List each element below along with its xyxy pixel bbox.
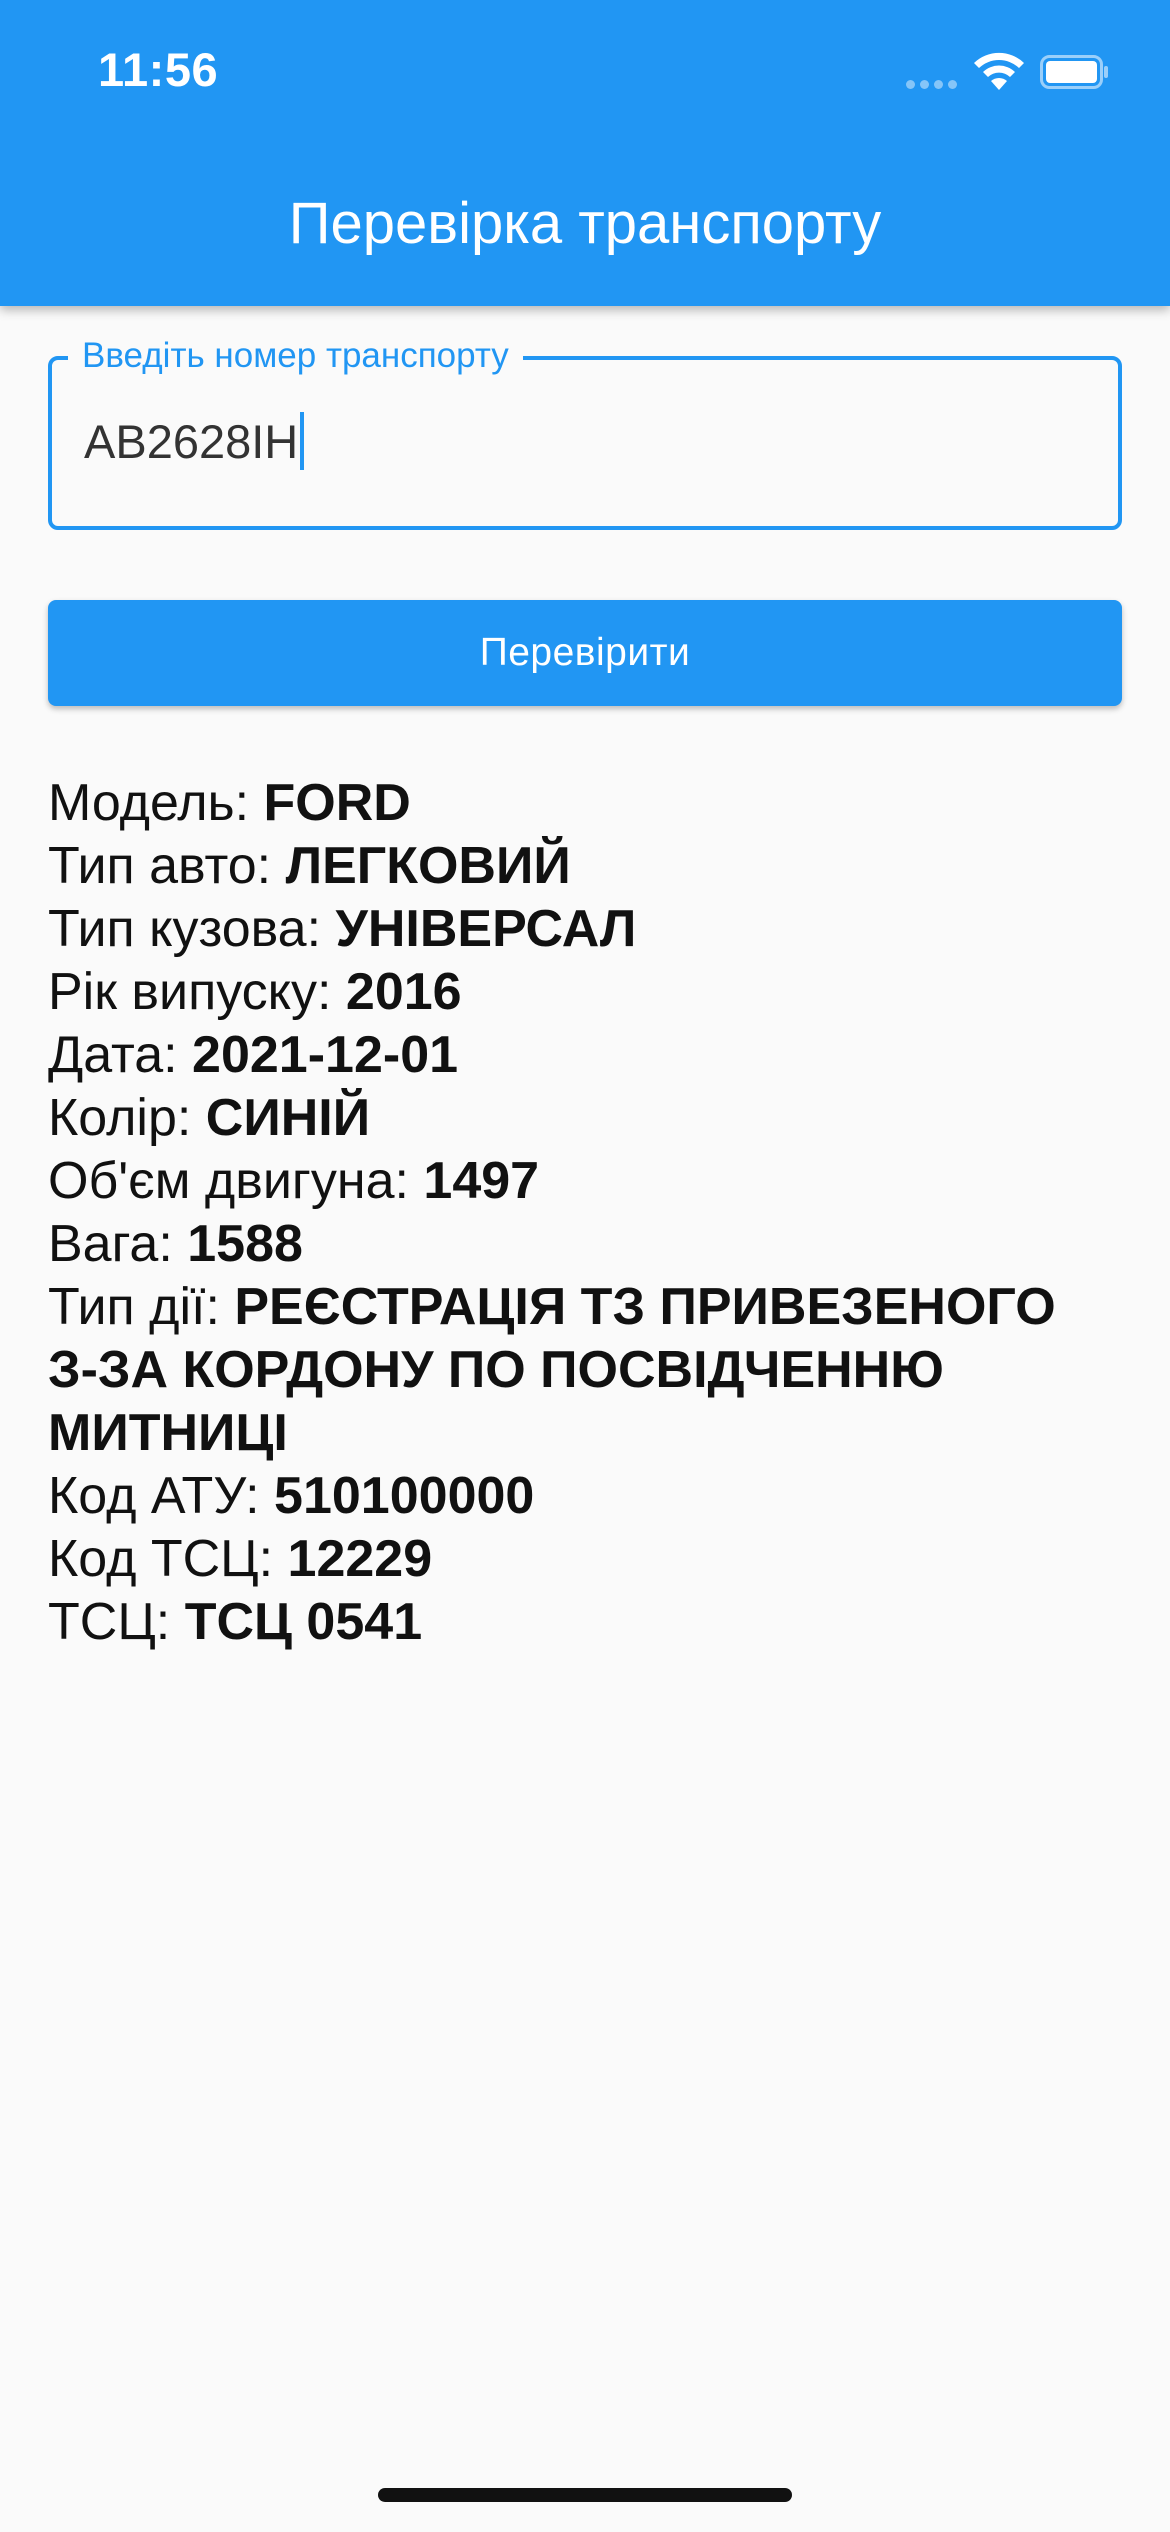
info-row-operation-type: Тип дії: РЕЄСТРАЦІЯ ТЗ ПРИВЕЗЕНОГО З-ЗА …	[48, 1276, 1068, 1465]
text-caret	[300, 412, 305, 470]
info-label: Код АТУ:	[48, 1467, 260, 1525]
info-row-engine-volume: Об'єм двигуна: 1497	[48, 1150, 1068, 1213]
info-value: 510100000	[274, 1467, 535, 1525]
info-value: FORD	[263, 774, 411, 832]
info-row-tsc-code: Код ТСЦ: 12229	[48, 1528, 1068, 1591]
info-label: Дата:	[48, 1026, 178, 1084]
info-label: ТСЦ:	[48, 1593, 171, 1651]
info-row-atu-code: Код АТУ: 510100000	[48, 1465, 1068, 1528]
info-label: Тип кузова:	[48, 900, 322, 958]
signal-icon	[906, 80, 957, 89]
info-row-model: Модель: FORD	[48, 772, 1068, 835]
info-label: Код ТСЦ:	[48, 1530, 274, 1588]
status-time: 11:56	[98, 43, 219, 96]
page-title: Перевірка транспорту	[288, 191, 882, 256]
info-value: 2021-12-01	[192, 1026, 459, 1084]
vehicle-number-field[interactable]: Введіть номер транспорту AB2628IH	[48, 336, 1122, 530]
input-text: AB2628IH	[84, 415, 299, 468]
info-label: Рік випуску:	[48, 963, 332, 1021]
info-row-weight: Вага: 1588	[48, 1213, 1068, 1276]
info-value: СИНІЙ	[205, 1089, 371, 1147]
info-row-car-type: Тип авто: ЛЕГКОВИЙ	[48, 835, 1068, 898]
info-label: Модель:	[48, 774, 250, 832]
info-label: Об'єм двигуна:	[48, 1152, 409, 1210]
field-label: Введіть номер транспорту	[68, 336, 523, 376]
info-row-tsc: ТСЦ: ТСЦ 0541	[48, 1591, 1068, 1654]
info-label: Колір:	[48, 1089, 192, 1147]
info-row-color: Колір: СИНІЙ	[48, 1087, 1068, 1150]
info-label: Тип авто:	[48, 837, 272, 895]
check-button[interactable]: Перевірити	[48, 600, 1122, 706]
info-value: 1588	[187, 1215, 303, 1273]
vehicle-info: Модель: FORD Тип авто: ЛЕГКОВИЙ Тип кузо…	[48, 772, 1068, 1654]
info-row-body-type: Тип кузова: УНІВЕРСАЛ	[48, 898, 1068, 961]
info-row-year: Рік випуску: 2016	[48, 961, 1068, 1024]
info-value: ТСЦ 0541	[184, 1593, 423, 1651]
info-value: 2016	[345, 963, 462, 1021]
home-indicator[interactable]	[378, 2488, 792, 2502]
info-value: ЛЕГКОВИЙ	[285, 837, 571, 895]
info-value: 12229	[287, 1530, 433, 1588]
vehicle-number-input[interactable]: AB2628IH	[84, 412, 305, 472]
info-row-date: Дата: 2021-12-01	[48, 1024, 1068, 1087]
app-header: 11:56 Перевірка транспорту	[0, 0, 1170, 306]
info-label: Тип дії:	[48, 1278, 220, 1336]
info-value: 1497	[423, 1152, 540, 1210]
info-label: Вага:	[48, 1215, 173, 1273]
wifi-icon	[974, 52, 1024, 90]
info-value: УНІВЕРСАЛ	[335, 900, 637, 958]
battery-icon	[1040, 55, 1108, 89]
